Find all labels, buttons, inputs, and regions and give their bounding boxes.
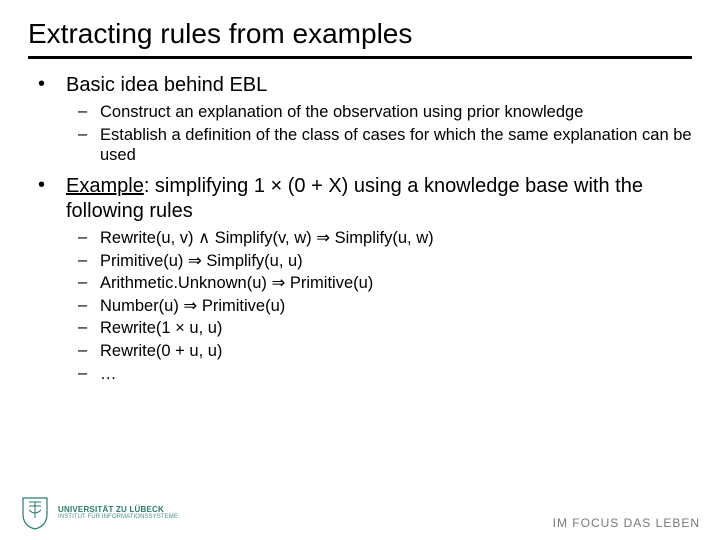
bullet-text: Example: simplifying 1 × (0 + X) using a… <box>66 174 692 224</box>
sub-bullet-text: Establish a definition of the class of c… <box>100 125 692 166</box>
sub-bullet-item: –Establish a definition of the class of … <box>78 125 692 166</box>
bullet-list-level2: –Construct an explanation of the observa… <box>38 102 692 166</box>
bullet-text-suffix: Basic idea behind EBL <box>66 74 267 96</box>
dash-marker: – <box>78 318 100 337</box>
bullet-list-level2: –Rewrite(u, v) ∧ Simplify(v, w) ⇒ Simpli… <box>38 228 692 384</box>
bullet-list-level1: • Basic idea behind EBL –Construct an ex… <box>38 73 692 384</box>
sub-bullet-text: … <box>100 364 692 385</box>
sub-bullet-text: Number(u) ⇒ Primitive(u) <box>100 296 692 317</box>
bullet-item: • Example: simplifying 1 × (0 + X) using… <box>38 174 692 384</box>
sub-bullet-item: –Number(u) ⇒ Primitive(u) <box>78 296 692 317</box>
dash-marker: – <box>78 364 100 383</box>
bullet-item: • Basic idea behind EBL –Construct an ex… <box>38 73 692 166</box>
sub-bullet-text: Rewrite(1 × u, u) <box>100 318 692 339</box>
sub-bullet-item: –Arithmetic.Unknown(u) ⇒ Primitive(u) <box>78 273 692 294</box>
content-area: • Basic idea behind EBL –Construct an ex… <box>28 73 692 384</box>
dash-marker: – <box>78 125 100 144</box>
institute-name: INSTITUT FÜR INFORMATIONSSYSTEME <box>58 514 178 520</box>
slide: Extracting rules from examples • Basic i… <box>0 0 720 540</box>
university-text: UNIVERSITÄT ZU LÜBECK INSTITUT FÜR INFOR… <box>58 506 178 521</box>
bullet-text-underlined: Example <box>66 175 144 197</box>
sub-bullet-item: –… <box>78 364 692 385</box>
sub-bullet-item: –Construct an explanation of the observa… <box>78 102 692 123</box>
bullet-text-suffix: : simplifying 1 × (0 + X) using a knowle… <box>66 175 643 222</box>
sub-bullet-item: –Rewrite(u, v) ∧ Simplify(v, w) ⇒ Simpli… <box>78 228 692 249</box>
footer: UNIVERSITÄT ZU LÜBECK INSTITUT FÜR INFOR… <box>0 496 720 530</box>
sub-bullet-text: Rewrite(u, v) ∧ Simplify(v, w) ⇒ Simplif… <box>100 228 692 249</box>
dash-marker: – <box>78 273 100 292</box>
tagline: IM FOCUS DAS LEBEN <box>553 516 700 530</box>
sub-bullet-text: Rewrite(0 + u, u) <box>100 341 692 362</box>
bullet-marker: • <box>38 73 66 96</box>
dash-marker: – <box>78 251 100 270</box>
sub-bullet-item: –Primitive(u) ⇒ Simplify(u, u) <box>78 251 692 272</box>
sub-bullet-text: Arithmetic.Unknown(u) ⇒ Primitive(u) <box>100 273 692 294</box>
university-crest-icon <box>20 496 50 530</box>
dash-marker: – <box>78 341 100 360</box>
dash-marker: – <box>78 228 100 247</box>
dash-marker: – <box>78 296 100 315</box>
title-divider <box>28 56 692 59</box>
slide-title: Extracting rules from examples <box>28 18 692 50</box>
university-branding: UNIVERSITÄT ZU LÜBECK INSTITUT FÜR INFOR… <box>20 496 178 530</box>
sub-bullet-text: Primitive(u) ⇒ Simplify(u, u) <box>100 251 692 272</box>
bullet-marker: • <box>38 174 66 197</box>
sub-bullet-text: Construct an explanation of the observat… <box>100 102 692 123</box>
sub-bullet-item: –Rewrite(1 × u, u) <box>78 318 692 339</box>
bullet-text: Basic idea behind EBL <box>66 73 692 98</box>
dash-marker: – <box>78 102 100 121</box>
sub-bullet-item: –Rewrite(0 + u, u) <box>78 341 692 362</box>
